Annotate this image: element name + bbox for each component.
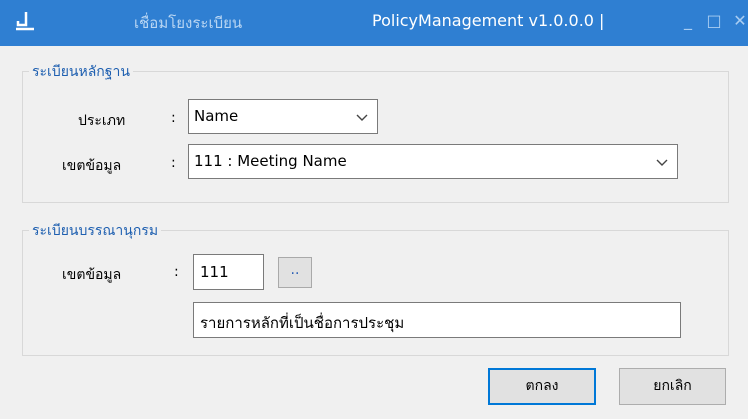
authority-group-legend: ระเบียนหลักฐาน xyxy=(29,61,133,83)
authority-record-group: ระเบียนหลักฐาน xyxy=(22,61,729,203)
authority-field-select-value: 111 : Meeting Name xyxy=(194,152,347,170)
authority-field-colon: : xyxy=(171,155,176,171)
app-name: PolicyManagement v1.0.0.0 | xyxy=(372,11,605,30)
authority-field-label: เขตข้อมูล xyxy=(62,158,122,174)
field-description-input[interactable]: รายการหลักที่เป็นชื่อการประชุม xyxy=(193,302,681,338)
close-button[interactable]: ✕ xyxy=(728,9,748,33)
title-bar[interactable]: เชื่อมโยงระเบียน PolicyManagement v1.0.0… xyxy=(0,0,748,46)
chevron-down-icon xyxy=(656,159,668,166)
type-select-value: Name xyxy=(194,107,239,125)
field-code-input[interactable]: 111 xyxy=(193,254,264,290)
ok-button[interactable]: ตกลง xyxy=(488,368,596,405)
browse-button[interactable]: .. xyxy=(278,257,312,288)
window-title: เชื่อมโยงระเบียน xyxy=(134,14,243,32)
bibliographic-field-label: เขตข้อมูล xyxy=(62,267,122,283)
bibliographic-group-legend: ระเบียนบรรณานุกรม xyxy=(29,220,162,242)
type-select[interactable]: Name xyxy=(188,99,378,134)
field-code-value: 111 xyxy=(200,263,229,281)
chevron-down-icon xyxy=(356,114,368,121)
cancel-button[interactable]: ยกเลิก xyxy=(619,368,726,405)
minimize-button[interactable]: _ xyxy=(676,9,700,33)
authority-field-select[interactable]: 111 : Meeting Name xyxy=(188,144,678,179)
field-description-value: รายการหลักที่เป็นชื่อการประชุม xyxy=(200,314,405,332)
type-label: ประเภท xyxy=(78,113,126,129)
type-colon: : xyxy=(171,110,176,126)
app-link-icon xyxy=(16,12,34,31)
bibliographic-field-colon: : xyxy=(174,264,179,280)
maximize-button[interactable]: □ xyxy=(702,9,726,33)
